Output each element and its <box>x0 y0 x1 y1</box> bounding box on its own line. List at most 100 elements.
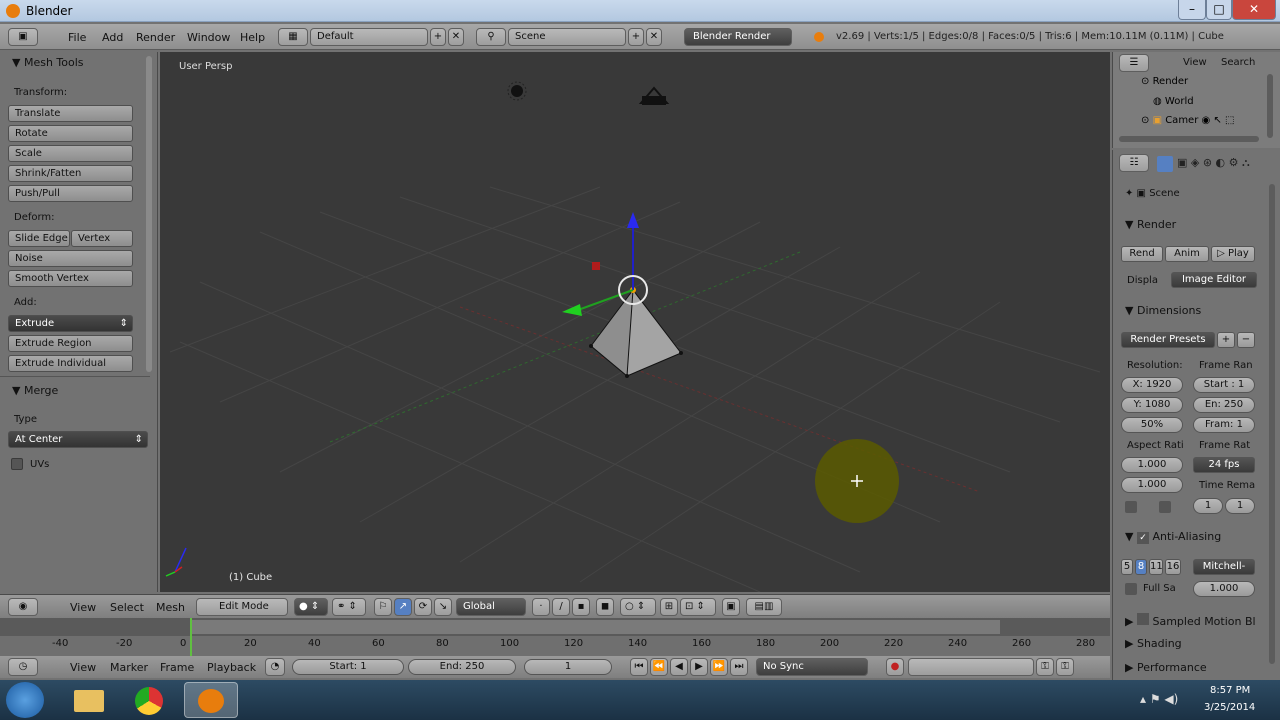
smooth-vertex-button[interactable]: Smooth Vertex <box>8 270 133 287</box>
play-reverse-icon[interactable]: ◀ <box>670 658 688 676</box>
merge-header[interactable]: ▼ Merge <box>12 384 58 397</box>
aspect-y-field[interactable]: 1.000 <box>1121 477 1183 493</box>
timeline-menu-frame[interactable]: Frame <box>160 661 194 674</box>
layout-field[interactable]: Default <box>310 28 428 46</box>
layout-add-icon[interactable]: + <box>430 28 446 46</box>
shrink-fatten-button[interactable]: Shrink/Fatten <box>8 165 133 182</box>
motion-blur-header[interactable]: ▶ Sampled Motion Bl <box>1125 613 1256 628</box>
extrude-region-button[interactable]: Extrude Region <box>8 335 133 352</box>
face-select-icon[interactable]: ▪ <box>572 598 590 616</box>
menu-select[interactable]: Select <box>110 601 144 614</box>
jump-key-forward-icon[interactable]: ⏩ <box>710 658 728 676</box>
noise-button[interactable]: Noise <box>8 250 133 267</box>
clock-date[interactable]: 3/25/2014 <box>1204 702 1255 713</box>
jump-start-icon[interactable]: ⏮ <box>630 658 648 676</box>
menu-file[interactable]: File <box>68 31 86 44</box>
vertex-select-icon[interactable]: · <box>532 598 550 616</box>
aa-samples-11[interactable]: 11 <box>1149 559 1163 575</box>
properties-scrollbar[interactable] <box>1269 184 1275 664</box>
play-icon[interactable]: ▶ <box>690 658 708 676</box>
delete-key-icon[interactable]: ⚿ <box>1056 658 1074 676</box>
resolution-x-field[interactable]: X: 1920 <box>1121 377 1183 393</box>
frame-step-field[interactable]: Fram: 1 <box>1193 417 1255 433</box>
tool-scrollbar[interactable] <box>146 56 152 372</box>
aspect-x-field[interactable]: 1.000 <box>1121 457 1183 473</box>
blender-taskbar-icon[interactable] <box>184 682 238 718</box>
uvs-checkbox[interactable] <box>11 458 23 470</box>
current-frame-marker[interactable] <box>190 618 192 656</box>
preset-remove-button[interactable]: − <box>1237 332 1255 348</box>
performance-header[interactable]: ▶ Performance <box>1125 661 1207 674</box>
layout-icon[interactable]: ▦ <box>278 28 308 46</box>
keying-set-field[interactable] <box>908 658 1034 676</box>
menu-render[interactable]: Render <box>136 31 175 44</box>
extrude-button[interactable]: Extrude ⇕ <box>8 315 133 332</box>
pivot-select[interactable]: ⚭ ⇕ <box>332 598 366 616</box>
anti-aliasing-header[interactable]: ▼ ✓ Anti-Aliasing <box>1125 530 1221 544</box>
edge-select-icon[interactable]: / <box>552 598 570 616</box>
outliner-scrollbar[interactable] <box>1267 74 1273 138</box>
start-frame-field[interactable]: Start: 1 <box>292 659 404 675</box>
vertex-button[interactable]: Vertex <box>71 230 133 247</box>
render-button[interactable]: Rend <box>1121 246 1163 262</box>
scene-field[interactable]: Scene <box>508 28 626 46</box>
3d-viewport[interactable]: User Persp (1) Cube <box>160 52 1110 592</box>
menu-help[interactable]: Help <box>240 31 265 44</box>
clock-time[interactable]: 8:57 PM <box>1210 685 1250 696</box>
manipulator-toggle[interactable]: ⚐ <box>374 598 392 616</box>
frame-end-field[interactable]: En: 250 <box>1193 397 1255 413</box>
push-pull-button[interactable]: Push/Pull <box>8 185 133 202</box>
record-icon[interactable]: ● <box>886 658 904 676</box>
snap-toggle[interactable]: ⊞ <box>660 598 678 616</box>
resolution-percent-field[interactable]: 50% <box>1121 417 1183 433</box>
aa-samples-16[interactable]: 16 <box>1165 559 1181 575</box>
maximize-button[interactable]: □ <box>1206 0 1232 20</box>
timeline-editor-type-button[interactable]: ◷ <box>8 658 38 676</box>
opengl-render-icon[interactable]: ▣ <box>722 598 740 616</box>
border-checkbox[interactable] <box>1125 501 1137 513</box>
aa-filter-select[interactable]: Mitchell- <box>1193 559 1255 575</box>
extrude-individual-button[interactable]: Extrude Individual <box>8 355 133 372</box>
crop-checkbox[interactable] <box>1159 501 1171 513</box>
outliner-item-camera[interactable]: ⊙ ▣ Camer ◉ ↖ ⬚ <box>1141 115 1234 126</box>
proportional-select[interactable]: ○ ⇕ <box>620 598 656 616</box>
merge-type-select[interactable]: At Center ⇕ <box>8 431 148 448</box>
aa-samples-5[interactable]: 5 <box>1121 559 1133 575</box>
scene-add-icon[interactable]: + <box>628 28 644 46</box>
rotate-button[interactable]: Rotate <box>8 125 133 142</box>
render-engine-select[interactable]: Blender Render <box>684 28 792 46</box>
menu-view[interactable]: View <box>70 601 96 614</box>
minimize-button[interactable]: – <box>1178 0 1206 20</box>
scale-manipulator-icon[interactable]: ↘ <box>434 598 452 616</box>
scale-button[interactable]: Scale <box>8 145 133 162</box>
animation-button[interactable]: Anim <box>1165 246 1209 262</box>
jump-key-back-icon[interactable]: ⏪ <box>650 658 668 676</box>
scene-remove-icon[interactable]: ✕ <box>646 28 662 46</box>
properties-editor-type-button[interactable]: ☷ <box>1119 154 1149 172</box>
occlude-icon[interactable]: ◼ <box>596 598 614 616</box>
timeline-menu-playback[interactable]: Playback <box>207 661 256 674</box>
outliner-editor-type-button[interactable]: ☰ <box>1119 54 1149 72</box>
display-select[interactable]: Image Editor <box>1171 272 1257 288</box>
outliner-item-world[interactable]: ◍ World <box>1153 96 1194 107</box>
shading-select[interactable]: ● ⇕ <box>294 598 328 616</box>
menu-mesh[interactable]: Mesh <box>156 601 185 614</box>
menu-add[interactable]: Add <box>102 31 123 44</box>
end-frame-field[interactable]: End: 250 <box>408 659 516 675</box>
render-tab-icon[interactable] <box>1157 156 1173 172</box>
outliner-item-render[interactable]: ⊙ Render <box>1141 76 1188 87</box>
opengl-anim-icon[interactable]: ▤▥ <box>746 598 782 616</box>
outliner-view-menu[interactable]: View <box>1183 57 1207 68</box>
timeline-menu-view[interactable]: View <box>70 661 96 674</box>
insert-key-icon[interactable]: ⚿ <box>1036 658 1054 676</box>
slide-edge-button[interactable]: Slide Edge <box>8 230 70 247</box>
fps-select[interactable]: 24 fps <box>1193 457 1255 473</box>
explorer-taskbar-icon[interactable] <box>62 682 116 718</box>
current-frame-field[interactable]: 1 <box>524 659 612 675</box>
start-button[interactable] <box>6 682 44 718</box>
menu-window[interactable]: Window <box>187 31 230 44</box>
rotate-manipulator-icon[interactable]: ⟳ <box>414 598 432 616</box>
preset-add-button[interactable]: + <box>1217 332 1235 348</box>
tray-icons[interactable]: ▴ ⚑ ◀) <box>1140 692 1178 706</box>
shading-header[interactable]: ▶ Shading <box>1125 637 1182 650</box>
